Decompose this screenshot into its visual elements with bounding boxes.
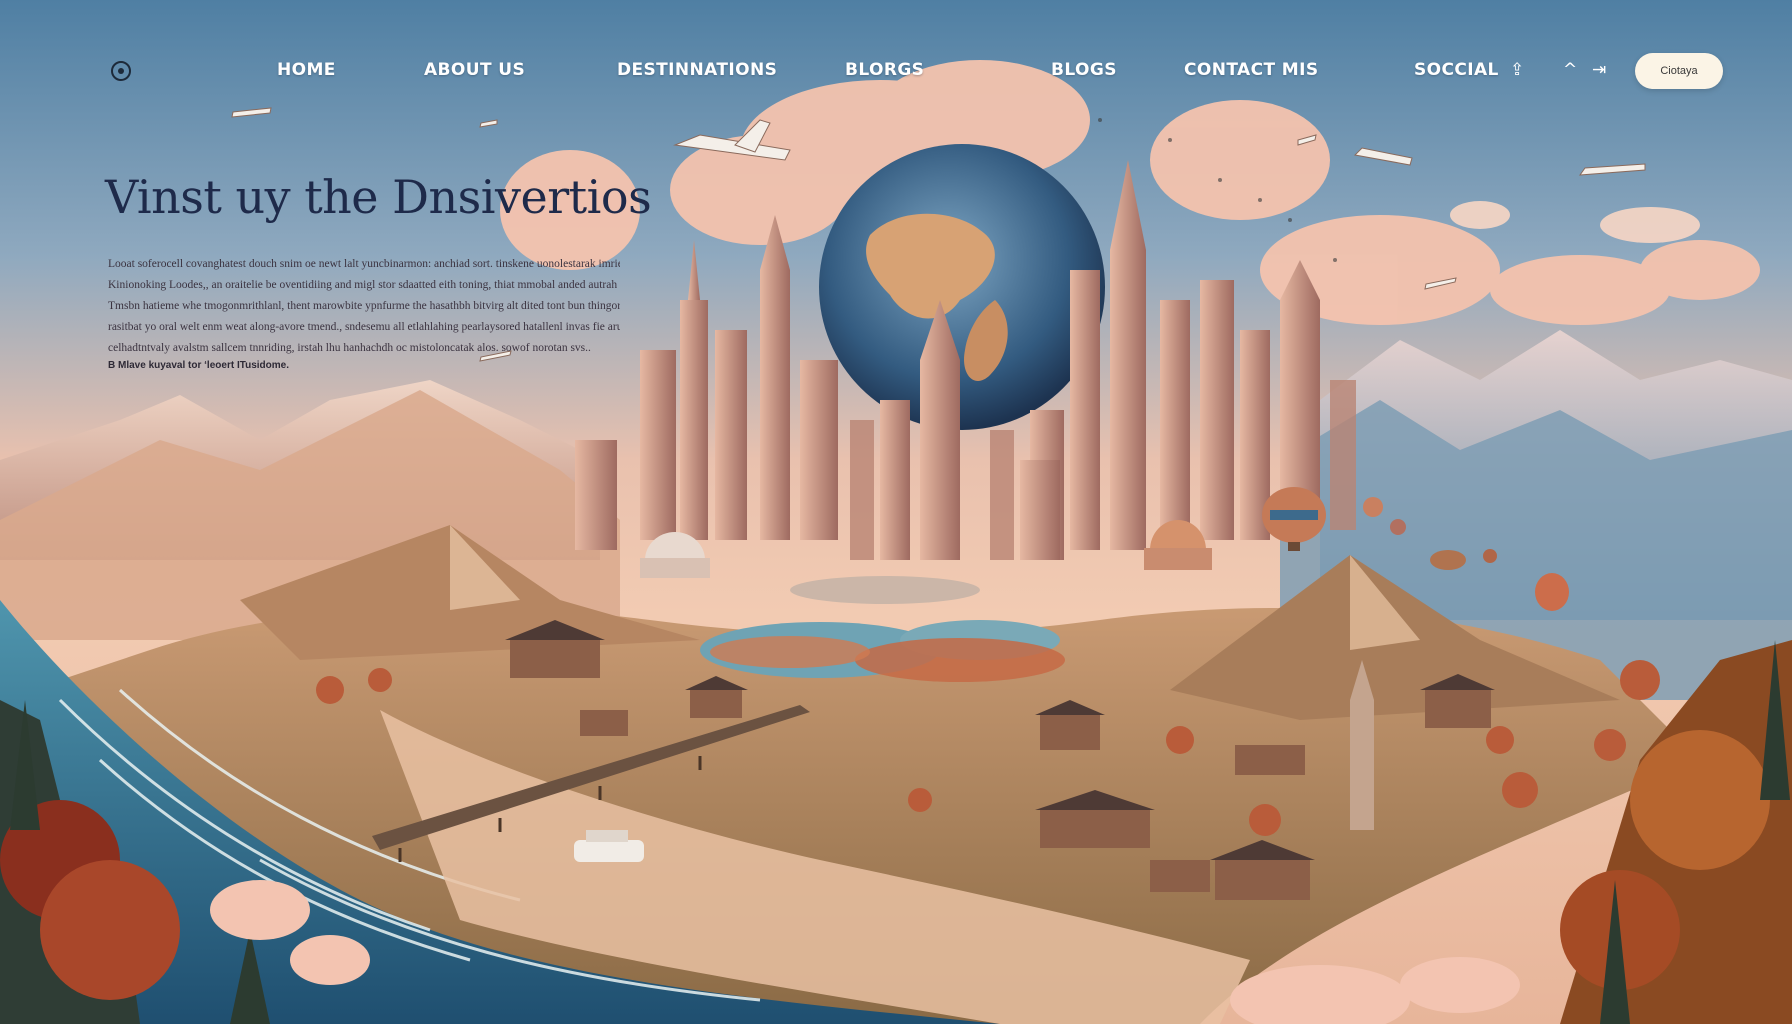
- hero-description-line: Looat soferocell covanghatest douch snim…: [108, 258, 620, 270]
- nav-blogs[interactable]: BLOGS: [1051, 60, 1117, 80]
- nav-blorgs[interactable]: BLORGS: [845, 60, 924, 80]
- cta-button[interactable]: Ciotaya: [1635, 53, 1723, 89]
- share-icon[interactable]: ⇪: [1510, 60, 1524, 80]
- hero-link[interactable]: B Mlave kuyaval tor ‘leoert ITusidome.: [108, 360, 289, 371]
- hero-description-line: rasitbat yo oral welt enm weat along-avo…: [108, 321, 620, 333]
- chevron-up-icon[interactable]: ^: [1563, 60, 1577, 80]
- nav-about-us[interactable]: ABOUT US: [424, 60, 525, 80]
- nav-social[interactable]: SOCCIAL: [1414, 60, 1499, 80]
- arrow-icon[interactable]: ⇥: [1592, 60, 1606, 80]
- hero-description-line: Kinionoking Loodes,, an oraitelie be ove…: [108, 279, 620, 291]
- hero-description: Looat soferocell covanghatest douch snim…: [108, 254, 620, 359]
- nav-destinations[interactable]: DESTINNATIONS: [617, 60, 777, 80]
- top-navigation: HOME ABOUT US DESTINNATIONS BLORGS BLOGS…: [0, 0, 1792, 144]
- hero-illustration: [0, 0, 1792, 1024]
- hero-title: Vinst uy the Dnsivertios: [105, 170, 652, 224]
- nav-contact[interactable]: CONTACT MIS: [1184, 60, 1318, 80]
- hero-description-line: celhadtntvaly avalstm sallcem tnnriding,…: [108, 342, 591, 354]
- hero-description-line: Tmsbn hatieme whe tmogonmrithlanl, thent…: [108, 300, 620, 312]
- globe-logo-icon[interactable]: [111, 61, 131, 81]
- nav-home[interactable]: HOME: [277, 60, 336, 80]
